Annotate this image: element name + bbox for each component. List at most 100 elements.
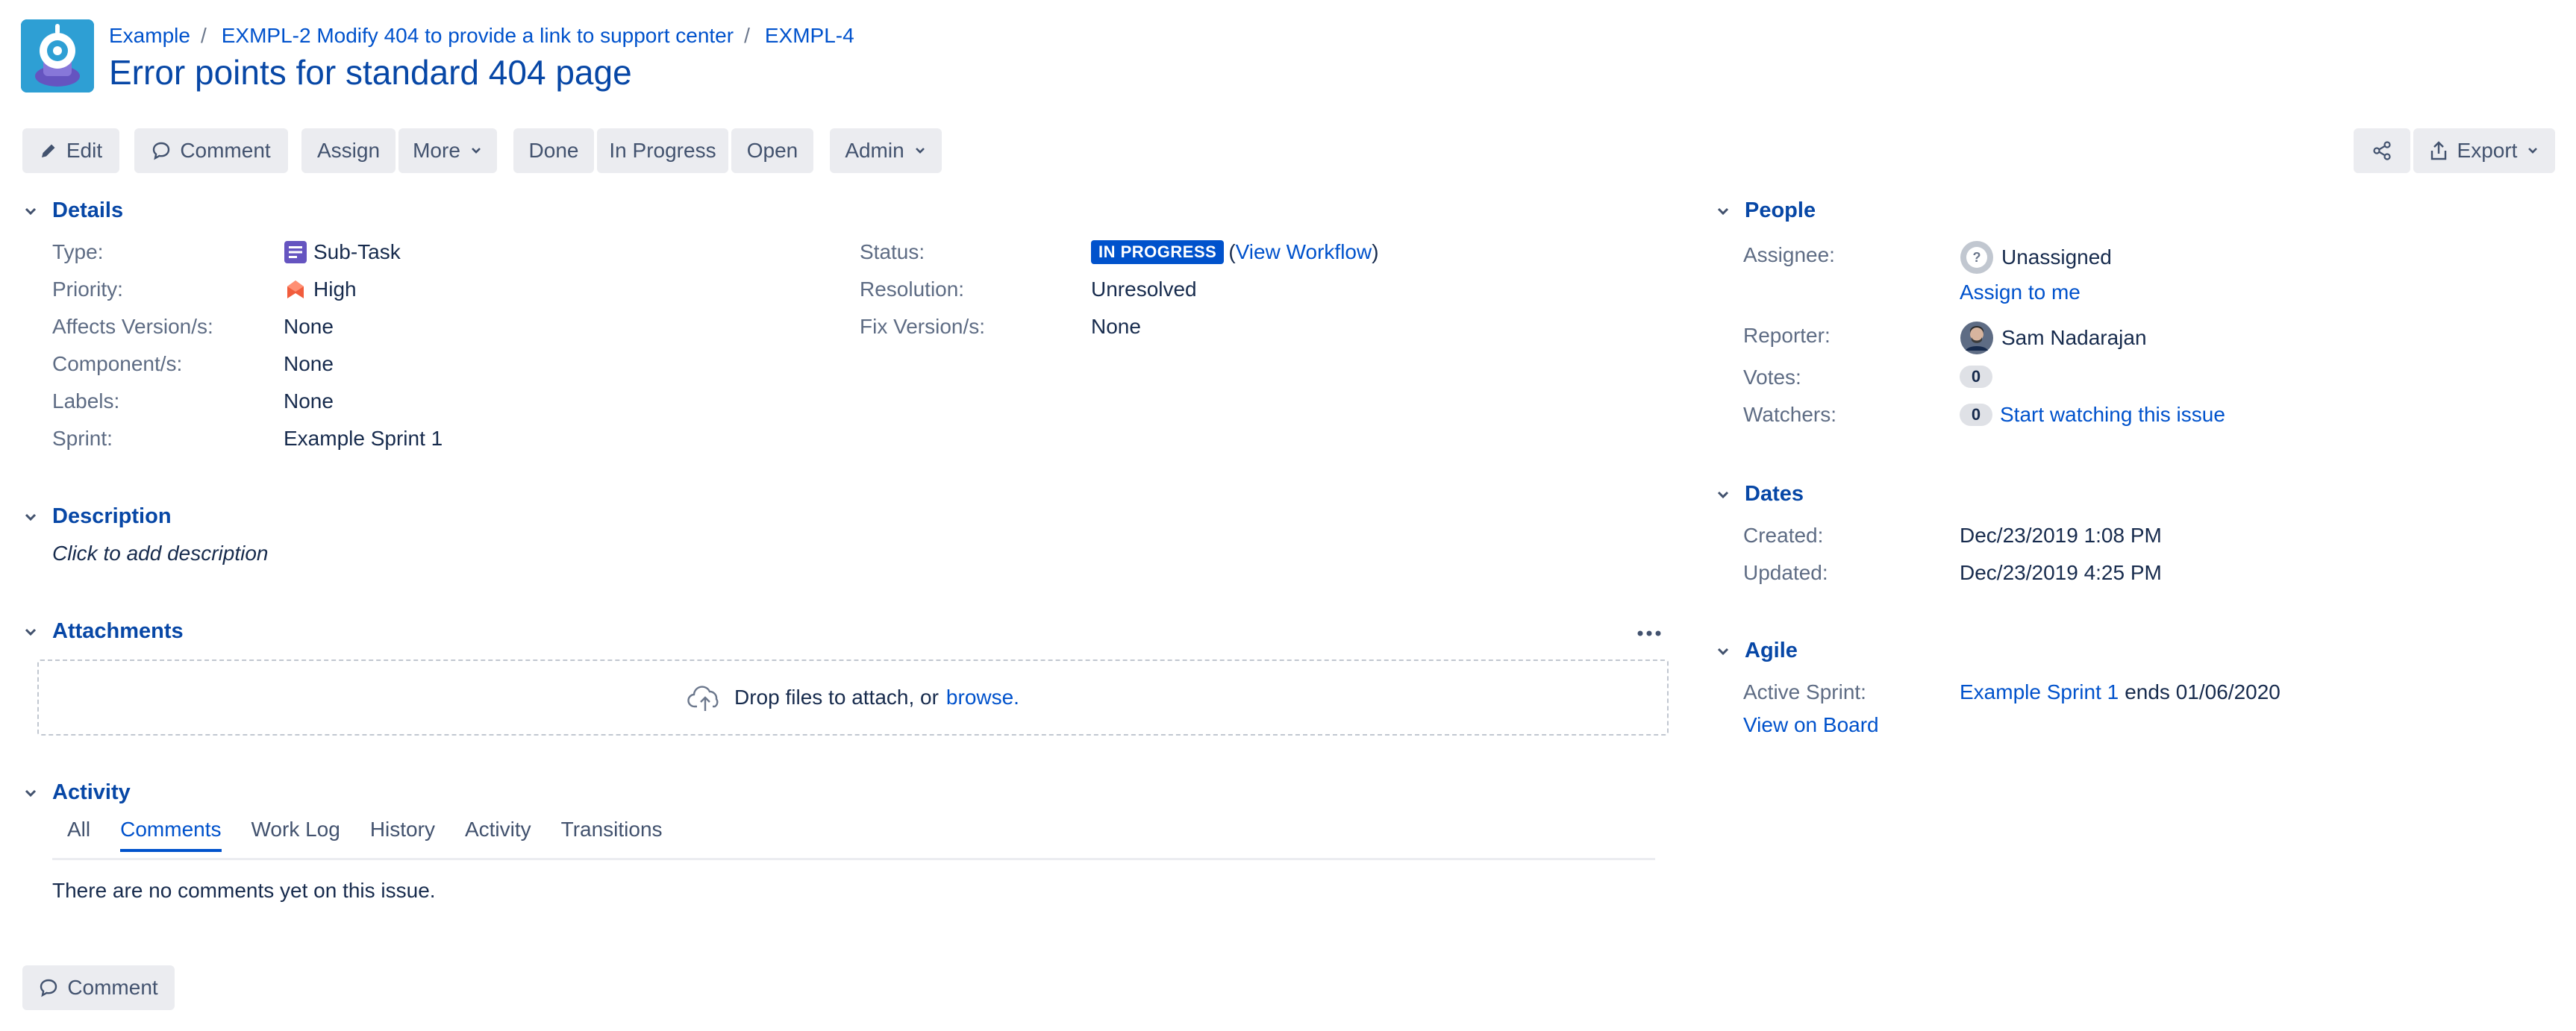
activity-heading: Activity bbox=[52, 780, 131, 804]
edit-button[interactable]: Edit bbox=[22, 128, 119, 173]
type-value-text: Sub-Task bbox=[313, 240, 401, 263]
chevron-down-icon bbox=[25, 207, 37, 215]
start-watching-link[interactable]: Start watching this issue bbox=[2000, 403, 2225, 427]
breadcrumb-issue-key-link[interactable]: EXMPL-4 bbox=[765, 24, 854, 48]
resolution-value: Unresolved bbox=[1091, 278, 1197, 301]
priority-value-text: High bbox=[313, 278, 357, 301]
details-section-toggle[interactable]: Details bbox=[22, 198, 123, 223]
in-progress-button-label: In Progress bbox=[609, 139, 716, 162]
activity-section-toggle[interactable]: Activity bbox=[22, 780, 131, 805]
active-sprint-label: Active Sprint: bbox=[1743, 680, 1866, 703]
status-value: IN PROGRESS ( View Workflow ) bbox=[1091, 240, 1379, 264]
svg-text:?: ? bbox=[1973, 250, 1981, 265]
breadcrumb-project-link[interactable]: Example bbox=[109, 24, 190, 48]
reporter-name: Sam Nadarajan bbox=[2001, 326, 2147, 349]
dates-section-toggle[interactable]: Dates bbox=[1715, 482, 1804, 507]
priority-high-icon bbox=[287, 281, 304, 298]
breadcrumb: Example / EXMPL-2 Modify 404 to provide … bbox=[109, 22, 854, 49]
sprint-label: Sprint: bbox=[52, 427, 113, 450]
votes-count-badge: 0 bbox=[1960, 366, 1992, 388]
paren-open: ( bbox=[1228, 240, 1236, 263]
dates-heading: Dates bbox=[1745, 482, 1804, 506]
active-sprint-link[interactable]: Example Sprint 1 bbox=[1960, 680, 2119, 704]
cloud-upload-icon bbox=[687, 686, 719, 711]
edit-button-label: Edit bbox=[66, 139, 103, 162]
export-button[interactable]: Export bbox=[2413, 128, 2555, 173]
affects-versions-label: Affects Version/s: bbox=[52, 315, 213, 338]
view-on-board-link[interactable]: View on Board bbox=[1743, 713, 1879, 737]
issue-summary[interactable]: Error points for standard 404 page bbox=[109, 52, 632, 93]
watchers-value: 0 Start watching this issue bbox=[1960, 403, 2225, 427]
subtask-icon bbox=[284, 241, 307, 263]
votes-value[interactable]: 0 bbox=[1960, 366, 1992, 388]
in-progress-transition-button[interactable]: In Progress bbox=[597, 128, 728, 173]
done-transition-button[interactable]: Done bbox=[513, 128, 594, 173]
reporter-value[interactable]: Sam Nadarajan bbox=[1960, 321, 2147, 355]
description-section-toggle[interactable]: Description bbox=[22, 504, 172, 529]
project-avatar-icon[interactable] bbox=[21, 19, 94, 93]
breadcrumb-separator: / bbox=[744, 24, 750, 47]
tab-transitions[interactable]: Transitions bbox=[561, 818, 663, 849]
updated-value: Dec/23/2019 4:25 PM bbox=[1960, 561, 2162, 584]
active-sprint-value: Example Sprint 1 ends 01/06/2020 bbox=[1960, 680, 2280, 704]
chevron-down-icon bbox=[1717, 648, 1729, 655]
chevron-down-icon bbox=[915, 148, 925, 154]
created-label: Created: bbox=[1743, 524, 1824, 547]
comment-bubble-icon bbox=[40, 979, 57, 997]
chevron-down-icon bbox=[1717, 491, 1729, 498]
type-value: Sub-Task bbox=[284, 240, 401, 264]
labels-value: None bbox=[284, 389, 334, 413]
people-section-toggle[interactable]: People bbox=[1715, 198, 1816, 223]
attachment-dropzone[interactable]: Drop files to attach, or browse. bbox=[37, 659, 1669, 736]
chevron-down-icon bbox=[1717, 207, 1729, 215]
open-transition-button[interactable]: Open bbox=[731, 128, 813, 173]
description-heading: Description bbox=[52, 504, 172, 528]
comment-button[interactable]: Comment bbox=[134, 128, 288, 173]
labels-label: Labels: bbox=[52, 389, 120, 413]
done-button-label: Done bbox=[528, 139, 579, 162]
tab-history[interactable]: History bbox=[370, 818, 435, 849]
tab-comments[interactable]: Comments bbox=[120, 818, 222, 852]
user-avatar-icon bbox=[1960, 322, 1993, 354]
fix-versions-value: None bbox=[1091, 315, 1141, 338]
chevron-down-icon bbox=[25, 789, 37, 797]
chevron-down-icon bbox=[25, 628, 37, 636]
watchers-label: Watchers: bbox=[1743, 403, 1836, 426]
tab-work-log[interactable]: Work Log bbox=[251, 818, 340, 849]
more-button-label: More bbox=[413, 139, 460, 162]
browse-link[interactable]: browse. bbox=[946, 686, 1019, 709]
assign-to-me-link[interactable]: Assign to me bbox=[1960, 281, 2081, 304]
priority-value: High bbox=[284, 278, 357, 301]
tab-activity[interactable]: Activity bbox=[465, 818, 531, 849]
attachments-section-toggle[interactable]: Attachments bbox=[22, 619, 184, 644]
components-value: None bbox=[284, 352, 334, 375]
admin-button[interactable]: Admin bbox=[830, 128, 942, 173]
components-label: Component/s: bbox=[52, 352, 183, 375]
dropzone-text: Drop files to attach, or bbox=[734, 686, 939, 709]
fix-versions-label: Fix Version/s: bbox=[860, 315, 986, 338]
breadcrumb-separator: / bbox=[200, 24, 207, 47]
resolution-label: Resolution: bbox=[860, 278, 965, 301]
share-icon bbox=[2373, 141, 2391, 160]
share-button[interactable] bbox=[2354, 128, 2410, 173]
more-button[interactable]: More bbox=[398, 128, 497, 173]
view-workflow-link[interactable]: View Workflow bbox=[1236, 240, 1372, 264]
comment-bubble-icon bbox=[153, 142, 170, 160]
description-placeholder[interactable]: Click to add description bbox=[52, 542, 268, 565]
admin-button-label: Admin bbox=[845, 139, 904, 162]
updated-label: Updated: bbox=[1743, 561, 1828, 584]
tab-all[interactable]: All bbox=[67, 818, 90, 849]
unknown-user-icon: ? bbox=[1960, 241, 1993, 274]
open-button-label: Open bbox=[746, 139, 798, 162]
breadcrumb-parent-issue-link[interactable]: EXMPL-2 Modify 404 to provide a link to … bbox=[222, 24, 734, 48]
add-comment-button[interactable]: Comment bbox=[22, 965, 175, 1010]
more-dots-icon[interactable] bbox=[1634, 622, 1664, 645]
watchers-count-badge[interactable]: 0 bbox=[1960, 404, 1992, 426]
chevron-down-icon bbox=[471, 148, 481, 154]
people-heading: People bbox=[1745, 198, 1816, 222]
add-comment-label: Comment bbox=[67, 976, 158, 999]
type-label: Type: bbox=[52, 240, 104, 263]
assign-button[interactable]: Assign bbox=[301, 128, 396, 173]
agile-section-toggle[interactable]: Agile bbox=[1715, 639, 1798, 663]
attachments-heading: Attachments bbox=[52, 619, 184, 643]
